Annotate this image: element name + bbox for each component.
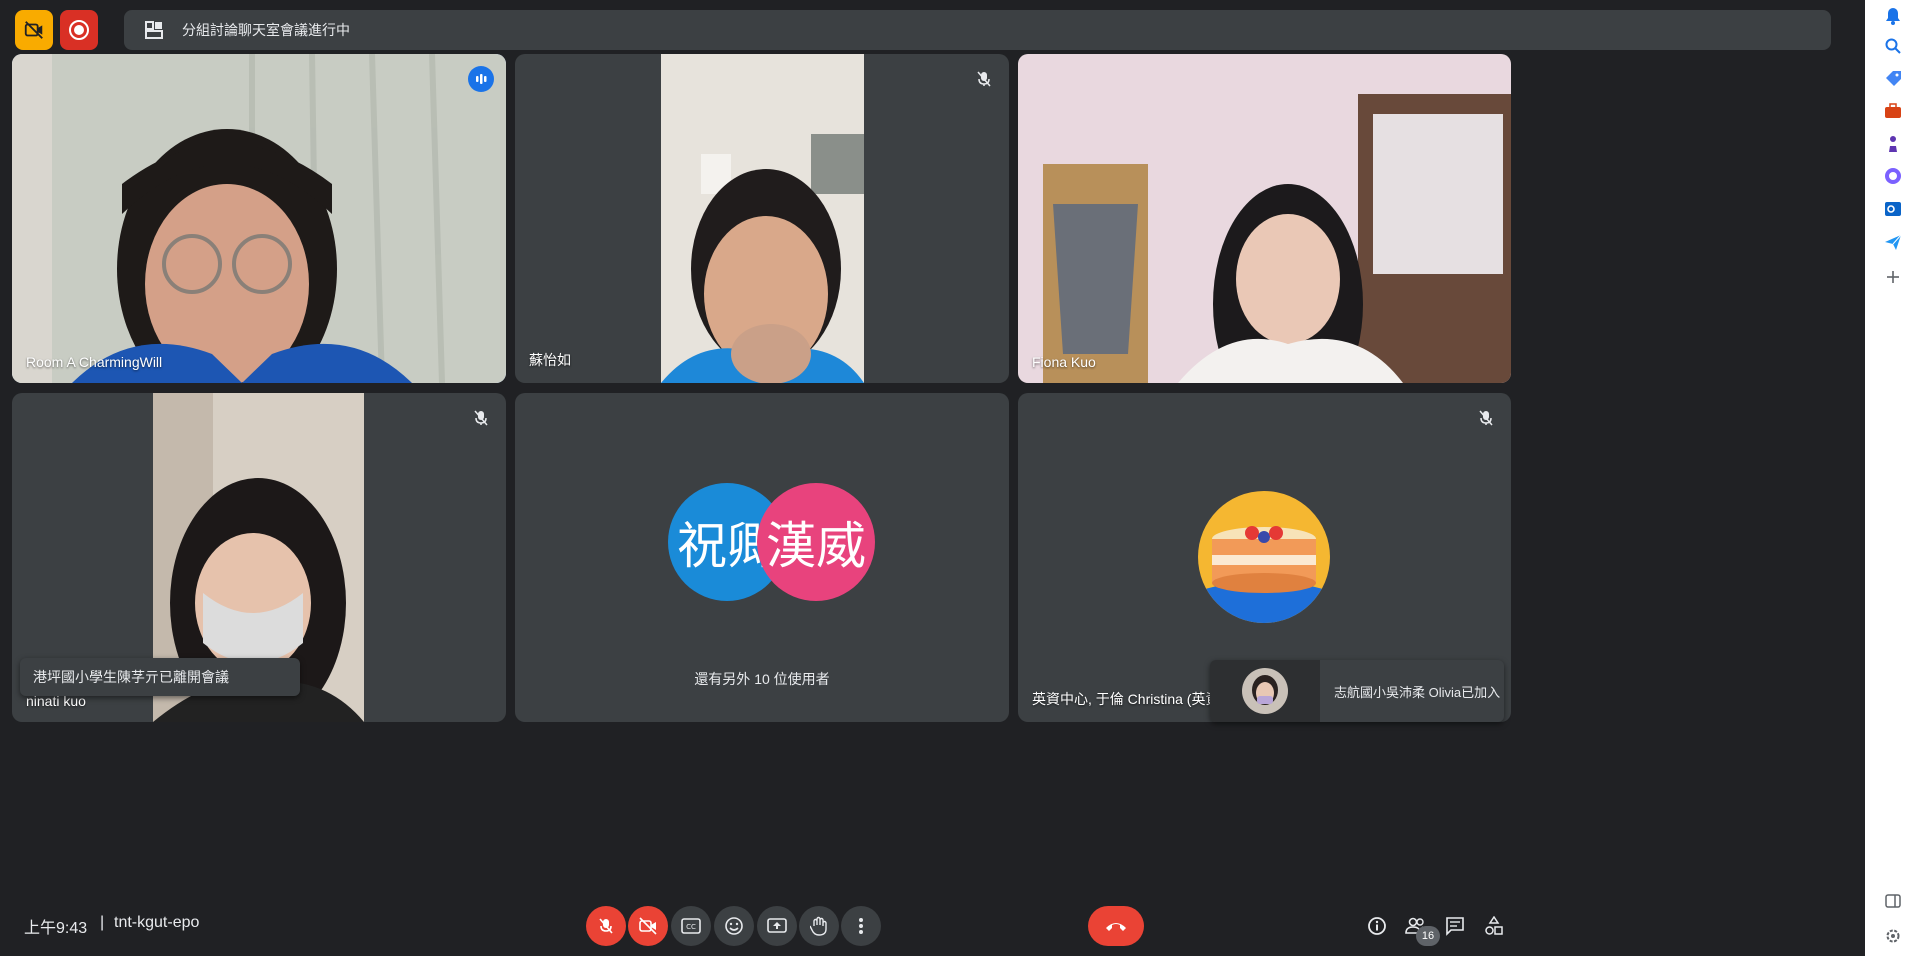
outlook-icon[interactable] [1883, 199, 1903, 219]
mic-off-icon [1475, 407, 1497, 429]
participant-name: 蘇怡如 [529, 352, 571, 368]
camera-toggle-button[interactable] [628, 906, 668, 946]
present-screen-button[interactable] [757, 906, 797, 946]
toast-text: 志航國小吳沛柔 Olivia已加入 [1334, 684, 1501, 700]
present-icon [767, 918, 787, 933]
svg-text:CC: CC [686, 923, 696, 931]
camera-off-icon [639, 917, 657, 935]
office-icon[interactable] [1883, 166, 1903, 186]
recording-button[interactable] [60, 10, 98, 50]
activities-icon [1485, 916, 1503, 935]
bottom-bar: 上午9:43 | tnt-kgut-epo CC 16 [0, 900, 1919, 956]
captions-icon: CC [681, 918, 701, 934]
meeting-code: tnt-kgut-epo [114, 914, 200, 931]
send-icon[interactable] [1883, 232, 1903, 252]
hang-up-icon [1106, 923, 1126, 931]
toast-text: 港坪國小學生陳芓亓已離開會議 [33, 669, 229, 685]
leave-call-button[interactable] [1088, 906, 1144, 946]
camera-off-indicator-button[interactable] [15, 10, 53, 50]
mic-off-icon [470, 407, 492, 429]
banner-text: 分組討論聊天室會議進行中 [182, 22, 350, 38]
sidebar-toggle-icon[interactable] [1883, 891, 1903, 911]
emoji-icon [725, 917, 743, 935]
mic-off-icon [973, 68, 995, 90]
info-icon [1368, 917, 1386, 935]
hand-icon [810, 916, 827, 936]
video-tile-2[interactable]: 蘇怡如 [515, 54, 1009, 383]
camera-off-icon [24, 21, 43, 39]
notifications-icon[interactable] [1883, 6, 1903, 26]
speaking-indicator-icon [468, 66, 494, 92]
breakout-banner[interactable]: 分組討論聊天室會議進行中 [124, 10, 1831, 50]
activities-button[interactable] [1478, 910, 1510, 942]
video-tile-room-a[interactable]: Room A CharmingWill [12, 54, 506, 383]
clock: 上午9:43 [24, 920, 88, 937]
left-notification-toast: 港坪國小學生陳芓亓已離開會議 [20, 658, 300, 696]
chat-icon [1446, 917, 1464, 936]
breakout-rooms-icon [142, 18, 166, 42]
settings-icon[interactable] [1883, 926, 1903, 946]
top-bar: 分組討論聊天室會議進行中 [12, 10, 1831, 52]
others-tile[interactable]: 祝卿 漢威 還有另外 10 位使用者 [515, 393, 1009, 722]
briefcase-icon[interactable] [1883, 101, 1903, 121]
meeting-details-button[interactable] [1361, 910, 1393, 942]
browser-sidebar [1865, 0, 1919, 956]
raise-hand-button[interactable] [799, 906, 839, 946]
tag-icon[interactable] [1883, 68, 1903, 88]
search-icon[interactable] [1883, 36, 1903, 56]
participant-count-badge: 16 [1416, 926, 1440, 946]
more-participants-text: 還有另外 10 位使用者 [694, 671, 830, 687]
more-vert-icon [859, 918, 863, 934]
participant-name: Room A CharmingWill [26, 354, 163, 370]
participant-name: Fiona Kuo [1032, 354, 1096, 370]
record-icon [69, 20, 89, 40]
mic-toggle-button[interactable] [586, 906, 626, 946]
participant-video [1018, 54, 1511, 383]
toast-avatar-panel [1210, 660, 1320, 722]
captions-button[interactable]: CC [671, 906, 711, 946]
video-tile-3[interactable]: Fiona Kuo [1018, 54, 1511, 383]
avatar [1242, 668, 1288, 714]
reactions-button[interactable] [714, 906, 754, 946]
separator: | [100, 914, 105, 931]
chess-icon[interactable] [1883, 134, 1903, 154]
avatar: 漢威 [757, 483, 875, 601]
participant-video [661, 54, 864, 383]
cake-avatar [1198, 491, 1330, 623]
participant-video [12, 54, 506, 383]
more-options-button[interactable] [841, 906, 881, 946]
join-notification-toast[interactable]: 志航國小吳沛柔 Olivia已加入 [1210, 660, 1504, 722]
add-icon[interactable] [1883, 267, 1903, 287]
chat-button[interactable] [1439, 910, 1471, 942]
mic-off-icon [599, 918, 613, 934]
